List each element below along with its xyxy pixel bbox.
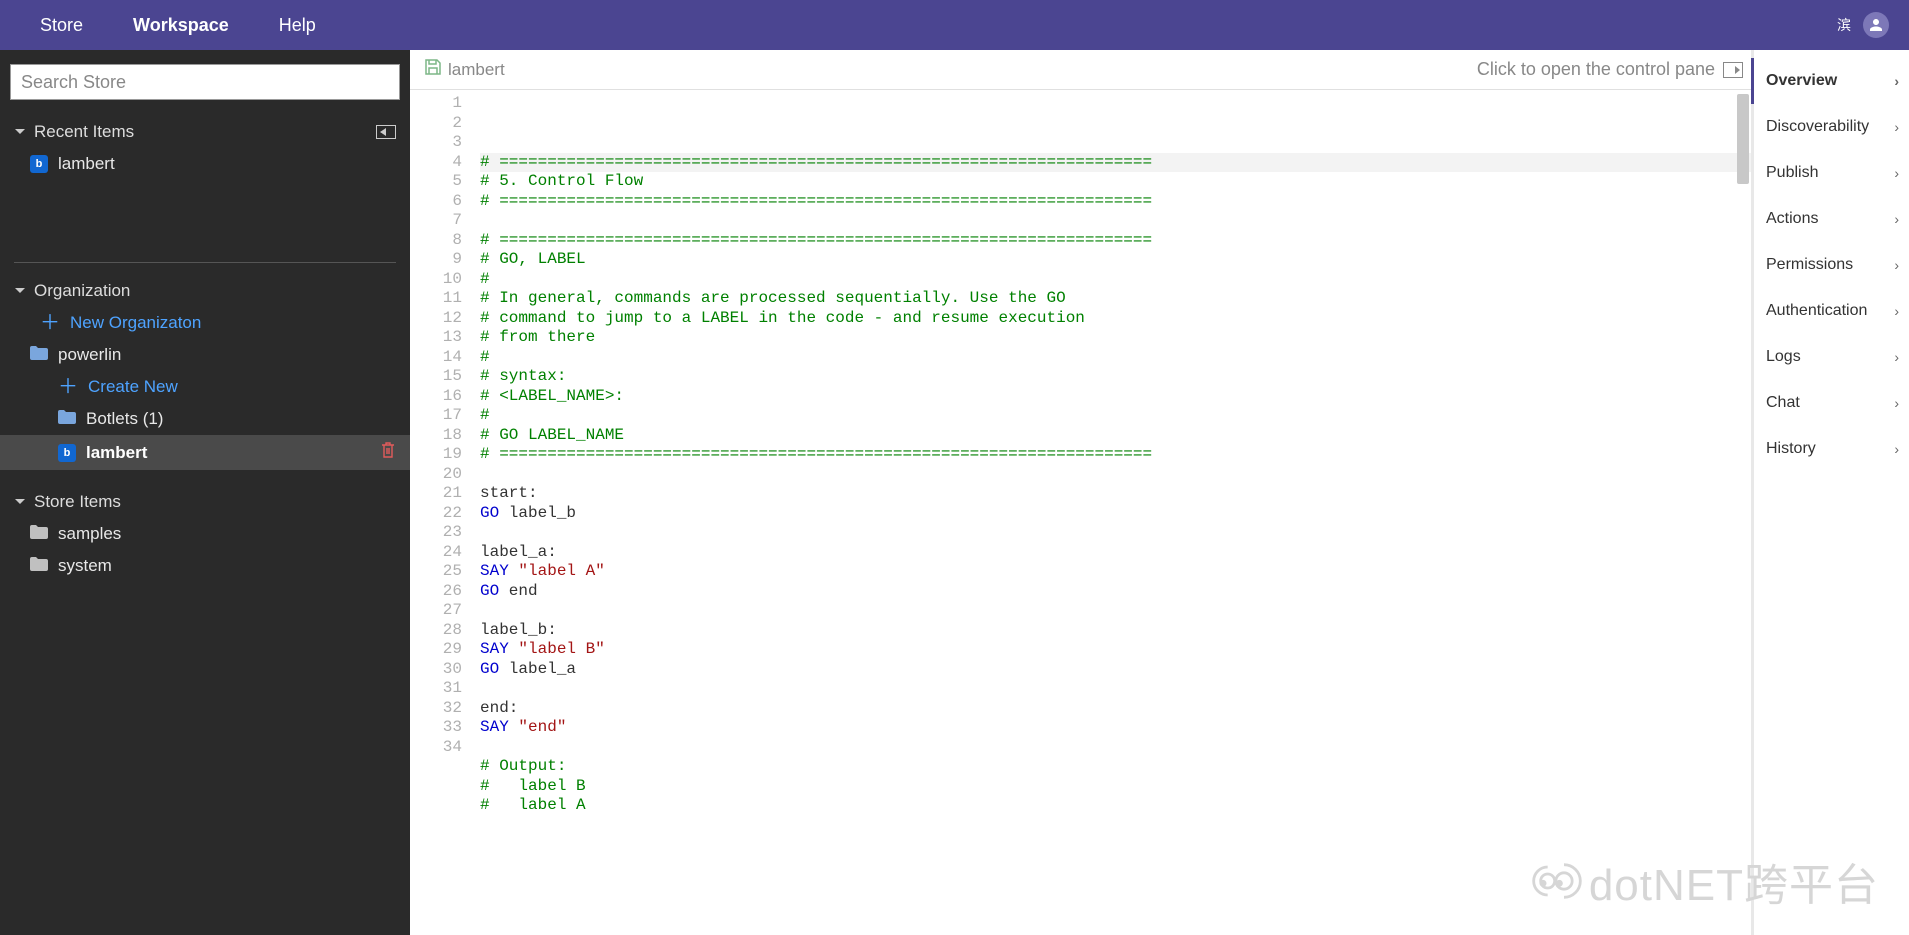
store-items-header[interactable]: Store Items [0,486,410,518]
delete-icon[interactable] [380,441,396,464]
org-folder-label: powerlin [58,345,121,365]
rightpane-item-logs[interactable]: Logs › [1754,334,1909,380]
save-icon [424,58,442,81]
chevron-right-icon: › [1894,257,1899,273]
store-item-label: system [58,556,112,576]
expand-icon [1723,62,1743,78]
rightpane-item-permissions[interactable]: Permissions › [1754,242,1909,288]
chevron-right-icon: › [1894,395,1899,411]
rightpane-label: Publish [1766,164,1818,182]
chevron-right-icon: › [1894,211,1899,227]
rightpane-item-history[interactable]: History › [1754,426,1909,472]
rightpane-label: Authentication [1766,302,1867,320]
rightpane-label: History [1766,440,1816,458]
chevron-right-icon: › [1894,303,1899,319]
scrollbar-thumb[interactable] [1737,94,1749,184]
rightpane-label: Discoverability [1766,118,1869,136]
rightpane-item-authentication[interactable]: Authentication › [1754,288,1909,334]
rightpane-item-publish[interactable]: Publish › [1754,150,1909,196]
chevron-right-icon: › [1894,441,1899,457]
right-pane: Overview›Discoverability›Publish›Actions… [1751,50,1909,935]
rightpane-label: Logs [1766,348,1801,366]
organization-header[interactable]: Organization [0,275,410,307]
store-item-system[interactable]: system [0,550,410,582]
nav-store[interactable]: Store [40,15,83,36]
rightpane-label: Chat [1766,394,1800,412]
code-area[interactable]: # ======================================… [472,90,1751,935]
nav-help[interactable]: Help [279,15,316,36]
create-new-label: Create New [88,377,178,397]
file-tab[interactable]: lambert [424,58,505,81]
chevron-right-icon: › [1894,349,1899,365]
control-pane-hint[interactable]: Click to open the control pane [1477,59,1743,80]
tab-bar: lambert Click to open the control pane [410,50,1751,90]
dock-icon[interactable] [376,125,396,139]
user-cjk: 滨 [1837,15,1851,35]
chevron-right-icon: › [1894,119,1899,135]
rightpane-item-chat[interactable]: Chat › [1754,380,1909,426]
editor-pane: lambert Click to open the control pane 1… [410,50,1751,935]
rightpane-item-overview[interactable]: Overview › [1751,58,1909,104]
create-new[interactable]: ＋ Create New [0,371,410,403]
botlets-label: Botlets (1) [86,409,163,429]
botlet-item-label: lambert [86,443,147,463]
user-area: 滨 [1837,12,1889,38]
org-folder-powerlin[interactable]: powerlin [0,339,410,371]
rightpane-label: Permissions [1766,256,1853,274]
botlet-icon: b [30,155,48,173]
recent-item-lambert[interactable]: b lambert [0,148,410,180]
folder-open-icon [58,409,76,429]
file-tab-label: lambert [448,60,505,80]
code-editor[interactable]: 1234567891011121314151617181920212223242… [410,90,1751,935]
top-nav: Store Workspace Help [40,15,316,36]
folder-open-icon [30,345,48,365]
sidebar: Recent Items b lambert Organization ＋ Ne… [0,50,410,935]
store-item-label: samples [58,524,121,544]
rightpane-item-actions[interactable]: Actions › [1754,196,1909,242]
rightpane-label: Overview [1766,72,1837,90]
store-item-samples[interactable]: samples [0,518,410,550]
nav-workspace[interactable]: Workspace [133,15,229,36]
recent-item-label: lambert [58,154,115,174]
line-gutter: 1234567891011121314151617181920212223242… [410,90,472,935]
recent-items-header[interactable]: Recent Items [0,116,410,148]
avatar-icon[interactable] [1863,12,1889,38]
botlet-item-lambert[interactable]: b lambert [0,435,410,470]
rightpane-label: Actions [1766,210,1818,228]
chevron-right-icon: › [1894,73,1899,89]
rightpane-item-discoverability[interactable]: Discoverability › [1754,104,1909,150]
plus-icon: ＋ [58,377,78,397]
chevron-right-icon: › [1894,165,1899,181]
botlet-icon: b [58,444,76,462]
botlets-folder[interactable]: Botlets (1) [0,403,410,435]
new-org-label: New Organizaton [70,313,201,333]
search-input[interactable] [10,64,400,100]
folder-icon [30,556,48,576]
top-bar: Store Workspace Help 滨 [0,0,1909,50]
folder-icon [30,524,48,544]
plus-icon: ＋ [40,313,60,333]
new-organization[interactable]: ＋ New Organizaton [0,307,410,339]
